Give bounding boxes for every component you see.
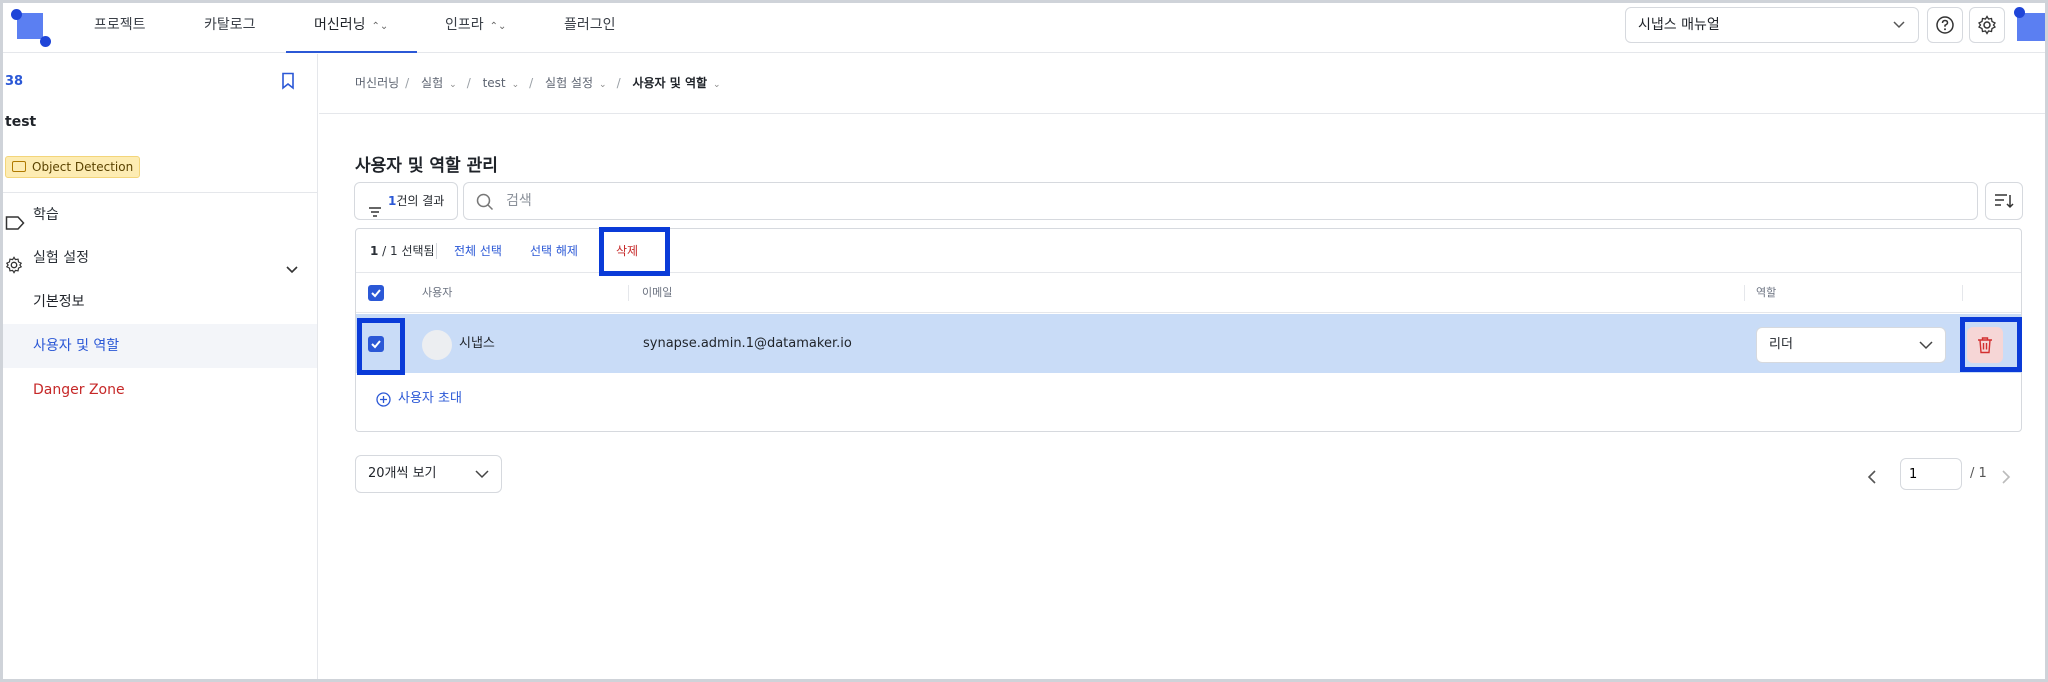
help-icon — [1936, 16, 1954, 34]
column-header-user: 사용자 — [422, 286, 453, 299]
sidebar-item-training[interactable]: 학습 — [3, 195, 317, 235]
search-input[interactable] — [506, 189, 1906, 213]
sort-button[interactable] — [1985, 182, 2023, 220]
next-page-icon[interactable] — [2000, 466, 2012, 498]
avatar — [422, 330, 452, 360]
page-title: 사용자 및 역할 관리 — [355, 156, 498, 176]
selection-count: 1 / 1 선택됨 — [370, 244, 435, 258]
chevron-down-icon — [1919, 328, 1933, 376]
filter-icon — [368, 196, 382, 232]
task-type-badge: Object Detection — [5, 156, 141, 178]
users-table: 1 / 1 선택됨 전체 선택 선택 해제 삭제 사용자 이메일 역할 시냅스 … — [355, 228, 2022, 432]
sort-icon — [1995, 194, 2014, 209]
filter-button[interactable]: 1건의 결과 — [354, 182, 458, 220]
column-header-email: 이메일 — [642, 286, 673, 299]
nav-catalog[interactable]: 카탈로그 — [204, 3, 256, 53]
help-button[interactable] — [1927, 7, 1963, 43]
sidebar-item-label: 학습 — [33, 207, 59, 223]
breadcrumb-item[interactable]: 실험 설정 — [545, 76, 593, 90]
breadcrumb-item-current[interactable]: 사용자 및 역할 — [632, 76, 707, 90]
breadcrumb-item[interactable]: test — [483, 76, 506, 90]
header-divider — [319, 113, 2045, 114]
deselect-button[interactable]: 선택 해제 — [530, 229, 578, 273]
search-icon — [476, 193, 494, 215]
user-avatar[interactable] — [2011, 7, 2047, 43]
chevron-updown-icon: ⌃⌄ — [371, 21, 389, 32]
row-checkbox[interactable] — [368, 336, 384, 352]
user-name: 시냅스 — [459, 336, 495, 351]
app-logo[interactable] — [11, 9, 51, 47]
total-pages: / 1 — [1970, 466, 1987, 481]
breadcrumb-item[interactable]: 실험 — [421, 76, 443, 90]
nav-plugins[interactable]: 플러그인 — [564, 3, 616, 53]
nav-infra[interactable]: 인프라 ⌃⌄ — [445, 3, 506, 53]
table-row[interactable]: 시냅스 synapse.admin.1@datamaker.io 리더 — [356, 314, 2021, 373]
table-header: 사용자 이메일 역할 — [356, 273, 2021, 313]
chevron-down-icon: ⌄ — [713, 80, 721, 90]
chevron-down-icon: ⌄ — [511, 80, 520, 90]
experiment-name: test — [5, 114, 37, 130]
chevron-down-icon — [1892, 8, 1906, 55]
column-header-role: 역할 — [1756, 286, 1777, 299]
sidebar-divider — [3, 192, 317, 193]
sidebar-item-experiment-settings[interactable]: 실험 설정 — [3, 238, 317, 278]
role-select[interactable]: 리더 — [1756, 327, 1946, 363]
delete-selected-button[interactable]: 삭제 — [616, 229, 638, 273]
sidebar-subitem-basic-info[interactable]: 기본정보 — [3, 280, 317, 324]
sidebar-subitem-danger-zone[interactable]: Danger Zone — [3, 368, 317, 412]
column-divider — [1744, 285, 1745, 301]
search-box — [463, 182, 1978, 220]
select-all-checkbox[interactable] — [368, 285, 384, 301]
image-icon — [12, 161, 26, 172]
settings-button[interactable] — [1969, 7, 2005, 43]
per-page-select[interactable]: 20개씩 보기 — [355, 455, 502, 493]
sidebar: 38 test Object Detection 학습 실험 설정 기본정보 사… — [3, 54, 318, 679]
page-number-input[interactable] — [1900, 458, 1962, 490]
selection-bar: 1 / 1 선택됨 전체 선택 선택 해제 삭제 — [356, 229, 2021, 273]
column-divider — [628, 285, 629, 301]
bookmark-icon[interactable] — [280, 72, 296, 94]
selection-divider — [436, 243, 437, 259]
result-count-suffix: 건의 결과 — [396, 194, 445, 208]
sidebar-item-label: 실험 설정 — [33, 250, 89, 266]
chevron-down-icon — [475, 456, 489, 507]
manual-select[interactable]: 시냅스 매뉴얼 — [1625, 7, 1919, 43]
prev-page-icon[interactable] — [1866, 466, 1878, 498]
user-email: synapse.admin.1@datamaker.io — [643, 336, 852, 351]
gear-icon — [1978, 15, 1996, 35]
nav-projects[interactable]: 프로젝트 — [94, 3, 146, 53]
trash-icon — [1978, 337, 1992, 354]
invite-user-label: 사용자 초대 — [398, 391, 462, 406]
select-all-button[interactable]: 전체 선택 — [454, 229, 502, 273]
delete-row-button[interactable] — [1967, 327, 2003, 363]
chevron-down-icon: ⌄ — [599, 80, 607, 90]
plus-circle-icon — [376, 392, 391, 414]
column-divider — [1962, 285, 1963, 301]
manual-select-value: 시냅스 매뉴얼 — [1638, 17, 1720, 33]
chevron-down-icon: ⌄ — [449, 80, 457, 90]
nav-machine-learning[interactable]: 머신러닝 ⌃⌄ — [286, 3, 417, 53]
top-navbar: 프로젝트 카탈로그 머신러닝 ⌃⌄ 인프라 ⌃⌄ 플러그인 시냅스 매뉴얼 — [3, 3, 2045, 53]
per-page-value: 20개씩 보기 — [368, 466, 437, 481]
chevron-updown-icon: ⌃⌄ — [489, 21, 507, 32]
breadcrumb-item[interactable]: 머신러닝 — [355, 76, 399, 90]
breadcrumb: 머신러닝 / 실험 ⌄ / test ⌄ / 실험 설정 ⌄ / 사용자 및 역할 ⌄ — [355, 76, 721, 90]
sidebar-subitem-users-roles[interactable]: 사용자 및 역할 — [3, 324, 317, 368]
role-select-value: 리더 — [1769, 337, 1793, 352]
experiment-id: 38 — [5, 74, 24, 89]
